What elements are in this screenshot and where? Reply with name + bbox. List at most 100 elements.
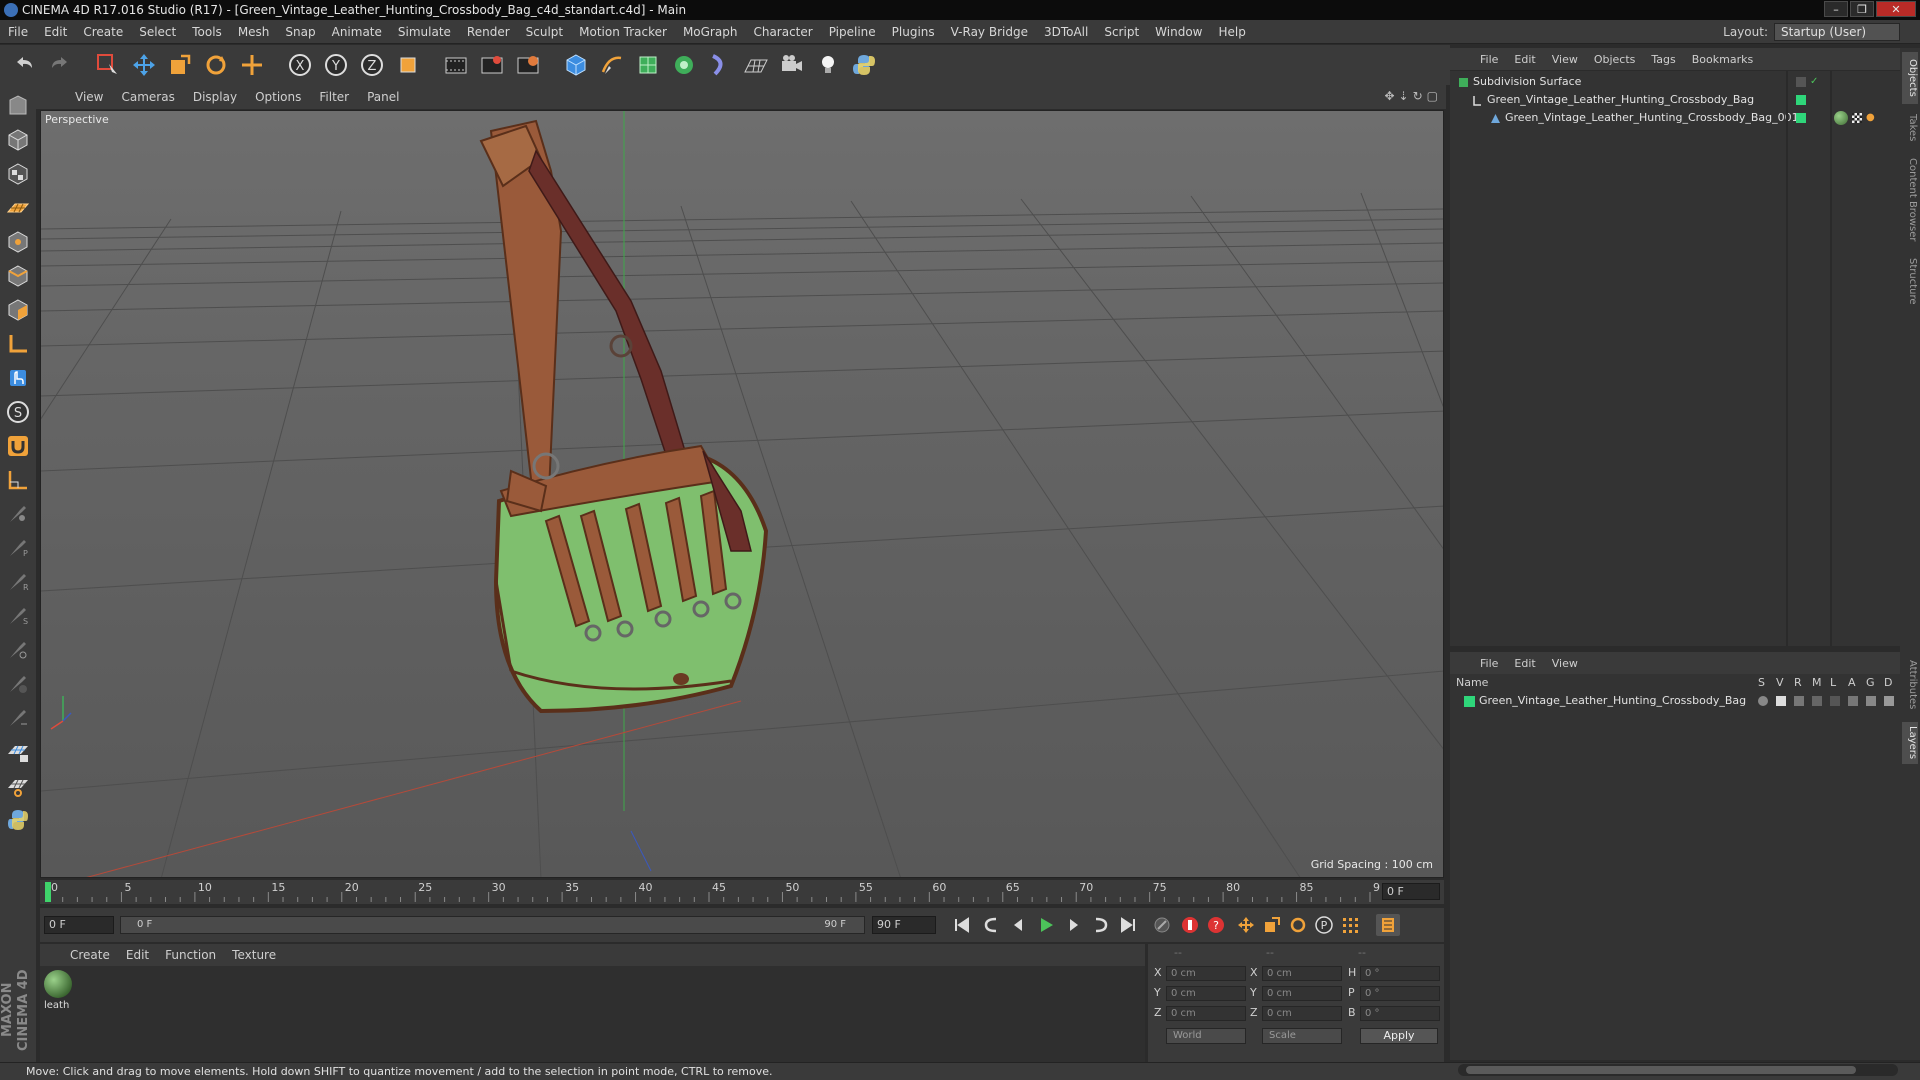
layer-lock-toggle[interactable] <box>1830 696 1840 706</box>
position-y-field[interactable]: 0 cm <box>1166 986 1246 1001</box>
deformer-icon[interactable] <box>704 49 736 81</box>
cube-icon[interactable] <box>560 49 592 81</box>
pen-icon[interactable] <box>596 49 628 81</box>
material-tag-icon[interactable] <box>1834 111 1848 125</box>
rotation-h-field[interactable]: 0 ° <box>1360 966 1440 981</box>
snap-icon[interactable]: S <box>3 397 33 427</box>
sculpt-brush-5-icon[interactable] <box>3 635 33 665</box>
material-menu-create[interactable]: Create <box>62 948 118 962</box>
playhead[interactable] <box>45 882 51 902</box>
keyframe-selection-icon[interactable]: ? <box>1204 914 1228 936</box>
tab-objects[interactable]: Objects <box>1902 52 1918 104</box>
end-frame-field[interactable]: 90 F <box>872 916 936 934</box>
sculpt-brush-7-icon[interactable] <box>3 703 33 733</box>
menu-create[interactable]: Create <box>75 25 131 39</box>
autokey-icon[interactable] <box>1178 914 1202 936</box>
menu-sculpt[interactable]: Sculpt <box>518 25 571 39</box>
layer-generator-toggle[interactable] <box>1866 696 1876 706</box>
y-axis-icon[interactable]: Y <box>320 49 352 81</box>
menu-script[interactable]: Script <box>1096 25 1147 39</box>
python-script-icon[interactable] <box>3 805 33 835</box>
undo-icon[interactable] <box>8 49 40 81</box>
layer-deformer-toggle[interactable] <box>1884 696 1894 706</box>
lm-menu-view[interactable]: View <box>1544 657 1586 670</box>
subdivision-icon[interactable] <box>632 49 664 81</box>
next-key-icon[interactable] <box>1088 914 1112 936</box>
render-view-icon[interactable] <box>440 49 472 81</box>
apply-button[interactable]: Apply <box>1360 1028 1438 1044</box>
menu-simulate[interactable]: Simulate <box>390 25 459 39</box>
tab-attributes[interactable]: Attributes <box>1902 652 1918 718</box>
scale-key-icon[interactable] <box>1260 914 1284 936</box>
material-label[interactable]: leath <box>44 1000 69 1011</box>
om-menu-edit[interactable]: Edit <box>1506 53 1543 66</box>
om-menu-objects[interactable]: Objects <box>1586 53 1644 66</box>
om-menu-tags[interactable]: Tags <box>1643 53 1683 66</box>
texture-mode-icon[interactable] <box>3 159 33 189</box>
rotation-p-field[interactable]: 0 ° <box>1360 986 1440 1001</box>
x-axis-icon[interactable]: X <box>284 49 316 81</box>
material-menu-edit[interactable]: Edit <box>118 948 157 962</box>
edges-mode-icon[interactable] <box>3 261 33 291</box>
move-icon[interactable] <box>128 49 160 81</box>
previous-frame-icon[interactable] <box>1006 914 1030 936</box>
menu-mesh[interactable]: Mesh <box>230 25 278 39</box>
sculpt-brush-6-icon[interactable] <box>3 669 33 699</box>
menu-vray-bridge[interactable]: V-Ray Bridge <box>943 25 1036 39</box>
camera-icon[interactable] <box>776 49 808 81</box>
pan-icon[interactable]: ✥ <box>1384 89 1394 103</box>
tab-structure[interactable]: Structure <box>1902 252 1918 310</box>
position-x-field[interactable]: 0 cm <box>1166 966 1246 981</box>
viewport-menu-panel[interactable]: Panel <box>358 90 408 104</box>
make-editable-icon[interactable] <box>3 91 33 121</box>
sculpt-brush-1-icon[interactable] <box>3 499 33 529</box>
3d-viewport[interactable]: Perspective Grid Spacing : 100 cm <box>40 110 1444 878</box>
menu-3dtoall[interactable]: 3DToAll <box>1036 25 1096 39</box>
size-x-field[interactable]: 0 cm <box>1262 966 1342 981</box>
material-menu-texture[interactable]: Texture <box>224 948 284 962</box>
om-menu-view[interactable]: View <box>1544 53 1586 66</box>
previous-key-icon[interactable] <box>980 914 1004 936</box>
object-row[interactable]: Green_Vintage_Leather_Hunting_Crossbody_… <box>1490 109 1799 127</box>
viewport-menu-view[interactable]: View <box>66 90 112 104</box>
menu-edit[interactable]: Edit <box>36 25 75 39</box>
layer-color-swatch[interactable] <box>1464 695 1475 707</box>
lm-menu-file[interactable]: File <box>1472 657 1506 670</box>
transform-icon[interactable] <box>236 49 268 81</box>
rotation-b-field[interactable]: 0 ° <box>1360 1006 1440 1021</box>
preview-range-slider[interactable]: 0 F 90 F <box>120 916 865 934</box>
timeline-icon[interactable] <box>1376 914 1400 936</box>
layer-color-swatch[interactable] <box>1796 113 1806 123</box>
workplane-icon[interactable] <box>3 193 33 223</box>
menu-help[interactable]: Help <box>1210 25 1253 39</box>
dolly-icon[interactable]: ⇣ <box>1399 89 1409 103</box>
python-icon[interactable] <box>848 49 880 81</box>
material-menu-function[interactable]: Function <box>157 948 224 962</box>
go-to-start-icon[interactable] <box>950 914 974 936</box>
axis-mode-icon[interactable] <box>3 329 33 359</box>
sculpt-brush-3-icon[interactable]: R <box>3 567 33 597</box>
timeline-ruler[interactable]: 0 5 10 15 20 25 30 35 40 45 50 55 60 65 70 75 80 85 90 0 F <box>40 880 1444 904</box>
material-preview-ball[interactable] <box>44 970 72 998</box>
rotate-icon[interactable] <box>200 49 232 81</box>
model-mode-icon[interactable] <box>3 125 33 155</box>
layer-manager-scrollbar[interactable] <box>1458 1064 1898 1076</box>
menu-render[interactable]: Render <box>459 25 518 39</box>
size-mode-dropdown[interactable]: Scale <box>1262 1028 1342 1044</box>
viewport-menu-cameras[interactable]: Cameras <box>112 90 183 104</box>
next-frame-icon[interactable] <box>1062 914 1086 936</box>
sculpt-brush-4-icon[interactable]: S <box>3 601 33 631</box>
menu-snap[interactable]: Snap <box>277 25 323 39</box>
tweak-icon[interactable] <box>3 363 33 393</box>
om-menu-bookmarks[interactable]: Bookmarks <box>1684 53 1761 66</box>
start-frame-field[interactable]: 0 F <box>44 916 114 934</box>
menu-mograph[interactable]: MoGraph <box>675 25 746 39</box>
pla-key-icon[interactable] <box>1338 914 1362 936</box>
viewport-menu-filter[interactable]: Filter <box>310 90 358 104</box>
render-settings-icon[interactable] <box>512 49 544 81</box>
close-button[interactable]: ✕ <box>1876 1 1916 17</box>
viewport-camera-label[interactable]: Perspective <box>45 113 109 126</box>
viewport-menu-display[interactable]: Display <box>184 90 246 104</box>
scale-icon[interactable] <box>164 49 196 81</box>
menu-file[interactable]: File <box>0 25 36 39</box>
